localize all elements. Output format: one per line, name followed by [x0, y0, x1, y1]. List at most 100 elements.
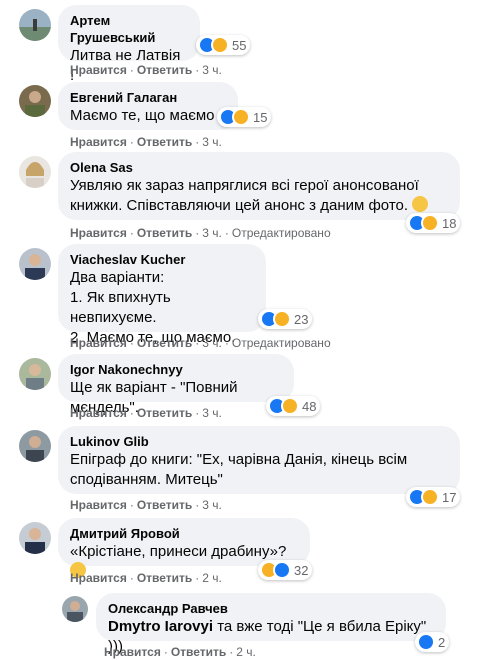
reaction-count: 15	[253, 109, 268, 125]
comment-actions: Нравится · Ответить · 3 ч.	[70, 405, 222, 421]
avatar[interactable]	[19, 9, 51, 41]
mention-link[interactable]: Dmytro Iarovyi	[108, 618, 213, 635]
timestamp[interactable]: 3 ч.	[202, 226, 222, 240]
comment-bubble: Артем Грушевський Литва не Латвія !	[58, 5, 200, 84]
reaction-count: 32	[294, 562, 309, 578]
like-icon	[417, 633, 435, 651]
haha-icon	[421, 214, 439, 232]
like-link[interactable]: Нравится	[70, 336, 127, 350]
comment-actions: Нравится · Ответить · 3 ч.	[70, 134, 222, 150]
reactions-badge[interactable]: 32	[258, 560, 313, 580]
comment-author[interactable]: Евгений Галаган	[70, 89, 226, 106]
comment-author[interactable]: Артем Грушевський	[70, 12, 188, 46]
reply-link[interactable]: Ответить	[171, 645, 226, 659]
comment-bubble: Олександр Равчев Dmytro Iarovyi та вже т…	[96, 593, 446, 655]
separator: ·	[229, 645, 234, 659]
comment-bubble: Igor Nakonechnyy Ще як варіант - "Повний…	[58, 354, 294, 416]
separator: ·	[129, 336, 134, 350]
timestamp[interactable]: 2 ч.	[202, 571, 222, 585]
separator: ·	[129, 226, 134, 240]
reaction-count: 48	[302, 398, 317, 414]
reaction-count: 17	[442, 489, 457, 505]
reactions-badge[interactable]: 15	[217, 107, 272, 127]
comment-text: Два варіанти:	[70, 269, 165, 286]
comment-bubble: Евгений Галаган Маємо те, що маємо	[58, 82, 238, 130]
reply-link[interactable]: Ответить	[137, 63, 192, 77]
timestamp[interactable]: 2 ч.	[236, 645, 256, 659]
reply-link[interactable]: Ответить	[137, 336, 192, 350]
separator: ·	[129, 498, 134, 512]
reactions-badge[interactable]: 55	[196, 35, 251, 55]
like-link[interactable]: Нравится	[104, 645, 161, 659]
comment-author[interactable]: Olena Sas	[70, 159, 448, 176]
like-link[interactable]: Нравится	[70, 135, 127, 149]
separator: ·	[129, 63, 134, 77]
like-link[interactable]: Нравится	[70, 406, 127, 420]
edited-label[interactable]: Отредактировано	[232, 226, 331, 240]
separator: ·	[195, 135, 200, 149]
separator: ·	[224, 336, 229, 350]
comment-bubble: Lukinov Glib Епіграф до книги: "Ех, чарі…	[58, 426, 460, 494]
separator: ·	[195, 63, 200, 77]
separator: ·	[129, 571, 134, 585]
like-link[interactable]: Нравится	[70, 226, 127, 240]
reply-link[interactable]: Ответить	[137, 498, 192, 512]
comment-actions: Нравится · Ответить · 3 ч.	[70, 62, 222, 78]
comment-text-line: книжки. Співставляючи цей анонс з даним …	[70, 197, 409, 214]
like-icon	[273, 561, 291, 579]
reactions-badge[interactable]: 17	[406, 487, 461, 507]
timestamp[interactable]: 3 ч.	[202, 135, 222, 149]
avatar[interactable]	[19, 156, 51, 188]
reactions-badge[interactable]: 23	[258, 309, 313, 329]
comment-text: сподіванням. Митець"	[70, 471, 223, 488]
reply-link[interactable]: Ответить	[137, 226, 192, 240]
like-link[interactable]: Нравится	[70, 498, 127, 512]
comment-author[interactable]: Дмитрий Яровой	[70, 525, 298, 542]
like-link[interactable]: Нравится	[70, 63, 127, 77]
reactions-badge[interactable]: 18	[406, 213, 461, 233]
timestamp[interactable]: 3 ч.	[202, 498, 222, 512]
comment-actions: Нравится · Ответить · 3 ч. · Отредактировано	[70, 225, 331, 241]
timestamp[interactable]: 3 ч.	[202, 336, 222, 350]
avatar[interactable]	[19, 85, 51, 117]
haha-icon	[273, 310, 291, 328]
reaction-count: 18	[442, 215, 457, 231]
edited-label[interactable]: Отредактировано	[232, 336, 331, 350]
haha-icon	[281, 397, 299, 415]
timestamp[interactable]: 3 ч.	[202, 63, 222, 77]
comment-text: книжки. Співставляючи цей анонс з даним …	[70, 196, 448, 216]
reaction-count: 2	[438, 634, 446, 650]
separator: ·	[129, 406, 134, 420]
comment-actions: Нравится · Ответить · 2 ч.	[70, 570, 222, 586]
comment-author[interactable]: Igor Nakonechnyy	[70, 361, 282, 378]
separator: ·	[224, 226, 229, 240]
separator: ·	[195, 336, 200, 350]
reactions-badge[interactable]: 48	[266, 396, 321, 416]
separator: ·	[195, 406, 200, 420]
avatar[interactable]	[19, 248, 51, 280]
comment-author[interactable]: Олександр Равчев	[108, 600, 434, 617]
comment-text: 1. Як впихнуть невпихуєме.	[70, 289, 171, 326]
like-link[interactable]: Нравится	[70, 571, 127, 585]
comment-actions: Нравится · Ответить · 3 ч. · Отредактировано	[70, 335, 331, 351]
comment-bubble: Olena Sas Уявляю як зараз напряглися всі…	[58, 152, 460, 220]
separator: ·	[195, 571, 200, 585]
comment-author[interactable]: Lukinov Glib	[70, 433, 448, 450]
haha-icon	[211, 36, 229, 54]
separator: ·	[195, 226, 200, 240]
timestamp[interactable]: 3 ч.	[202, 406, 222, 420]
reactions-badge[interactable]: 2	[415, 632, 450, 652]
reaction-count: 55	[232, 37, 247, 53]
avatar[interactable]	[62, 596, 88, 622]
separator: ·	[195, 498, 200, 512]
reply-link[interactable]: Ответить	[137, 406, 192, 420]
separator: ·	[129, 135, 134, 149]
comment-author[interactable]: Viacheslav Kucher	[70, 251, 254, 268]
reply-link[interactable]: Ответить	[137, 135, 192, 149]
reply-link[interactable]: Ответить	[137, 571, 192, 585]
avatar[interactable]	[19, 430, 51, 462]
avatar[interactable]	[19, 522, 51, 554]
avatar[interactable]	[19, 358, 51, 390]
separator: ·	[163, 645, 168, 659]
comment-bubble: Дмитрий Яровой «Крістіане, принеси драби…	[58, 518, 310, 578]
